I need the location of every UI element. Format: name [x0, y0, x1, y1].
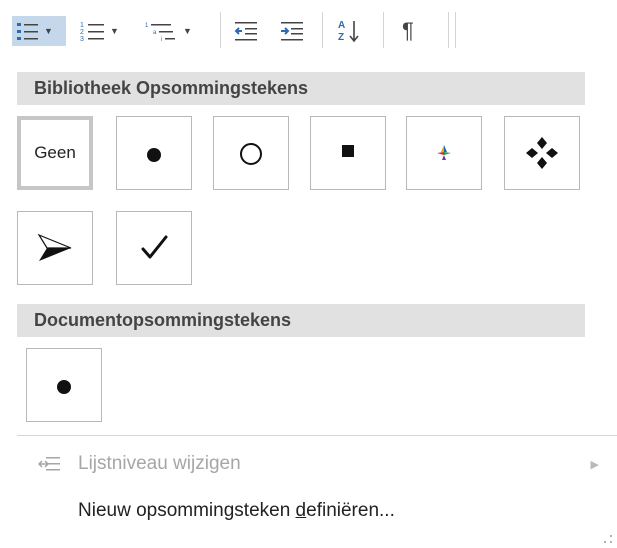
hollow-circle-bullet-icon — [240, 143, 262, 165]
svg-text:a: a — [153, 30, 157, 36]
multilevel-list-icon: 1 a i — [145, 23, 175, 42]
ribbon-paragraph-group: ▼ 1 2 3 ▼ 1 a i ▼ A Z ¶ — [0, 0, 617, 60]
filled-circle-bullet-icon — [147, 148, 161, 162]
numbering-button[interactable]: 1 2 3 ▼ — [80, 16, 128, 46]
decrease-indent-icon — [234, 22, 257, 41]
bullet-option-four-color-diamond[interactable] — [406, 116, 482, 190]
bullets-dropdown-menu: Bibliotheek Opsommingstekens Geen Docume… — [0, 62, 617, 548]
bullet-option-hollow-circle[interactable] — [213, 116, 289, 190]
bullet-option-filled-circle[interactable] — [116, 116, 192, 190]
section-header-document-bullets: Documentopsommingstekens — [17, 304, 585, 337]
square-bullet-icon — [342, 145, 354, 157]
numbered-list-icon: 1 2 3 — [80, 22, 104, 42]
svg-text:i: i — [161, 37, 162, 42]
multilevel-list-button[interactable]: 1 a i ▼ — [145, 16, 205, 46]
svg-text:3: 3 — [80, 36, 84, 42]
filled-circle-bullet-icon — [57, 380, 71, 394]
svg-text:A: A — [338, 20, 345, 31]
document-bullet-option-filled-circle[interactable] — [26, 348, 102, 422]
four-color-diamond-bullet-icon — [437, 145, 451, 160]
bullets-button[interactable]: ▼ — [12, 16, 66, 46]
ribbon-separator — [455, 12, 456, 48]
menu-item-label: Lijstniveau wijzigen — [78, 453, 241, 474]
chevron-down-icon: ▼ — [44, 26, 53, 36]
chevron-down-icon: ▼ — [110, 26, 119, 36]
sort-button[interactable]: A Z — [336, 16, 366, 46]
menu-item-change-list-level[interactable]: Lijstniveau wijzigen ▶ — [0, 446, 617, 482]
decrease-indent-button[interactable] — [233, 16, 263, 46]
bullet-option-square[interactable] — [310, 116, 386, 190]
increase-indent-button[interactable] — [279, 16, 309, 46]
menu-item-label-suffix: efiniëren... — [306, 500, 395, 521]
bullet-option-arrowhead[interactable] — [17, 211, 93, 285]
menu-item-define-new-bullet[interactable]: Nieuw opsommingsteken definiëren... — [0, 493, 617, 529]
ribbon-separator — [322, 12, 323, 48]
menu-item-label-prefix: Nieuw opsommingsteken — [78, 500, 296, 521]
menu-item-accelerator: d — [295, 500, 307, 521]
checkmark-bullet-icon — [141, 235, 168, 259]
svg-text:2: 2 — [80, 29, 84, 36]
bullet-none-label: Geen — [34, 143, 76, 162]
arrowhead-bullet-icon — [37, 233, 72, 261]
svg-text:1: 1 — [145, 23, 149, 29]
increase-indent-icon — [281, 22, 303, 41]
chevron-down-icon: ▼ — [183, 26, 192, 36]
sort-az-icon: A Z — [338, 20, 359, 43]
menu-item-label: Nieuw opsommingsteken definiëren... — [78, 500, 395, 522]
ribbon-separator — [220, 12, 221, 48]
resize-grip-icon[interactable] — [603, 534, 613, 544]
svg-text:Z: Z — [338, 32, 344, 43]
show-formatting-marks-button[interactable]: ¶ — [402, 16, 430, 46]
menu-divider — [17, 435, 617, 436]
ribbon-separator — [383, 12, 384, 48]
ribbon-separator — [448, 12, 449, 48]
pilcrow-icon: ¶ — [402, 18, 414, 43]
submenu-arrow-icon: ▶ — [590, 458, 599, 471]
svg-text:1: 1 — [80, 22, 84, 29]
four-diamonds-bullet-icon — [526, 137, 558, 169]
bullet-option-none[interactable]: Geen — [17, 116, 93, 190]
bullet-option-four-diamonds[interactable] — [504, 116, 580, 190]
bullet-option-checkmark[interactable] — [116, 211, 192, 285]
bullet-list-icon — [17, 23, 38, 40]
change-list-level-icon — [38, 457, 60, 471]
section-header-bullet-library: Bibliotheek Opsommingstekens — [17, 72, 585, 105]
